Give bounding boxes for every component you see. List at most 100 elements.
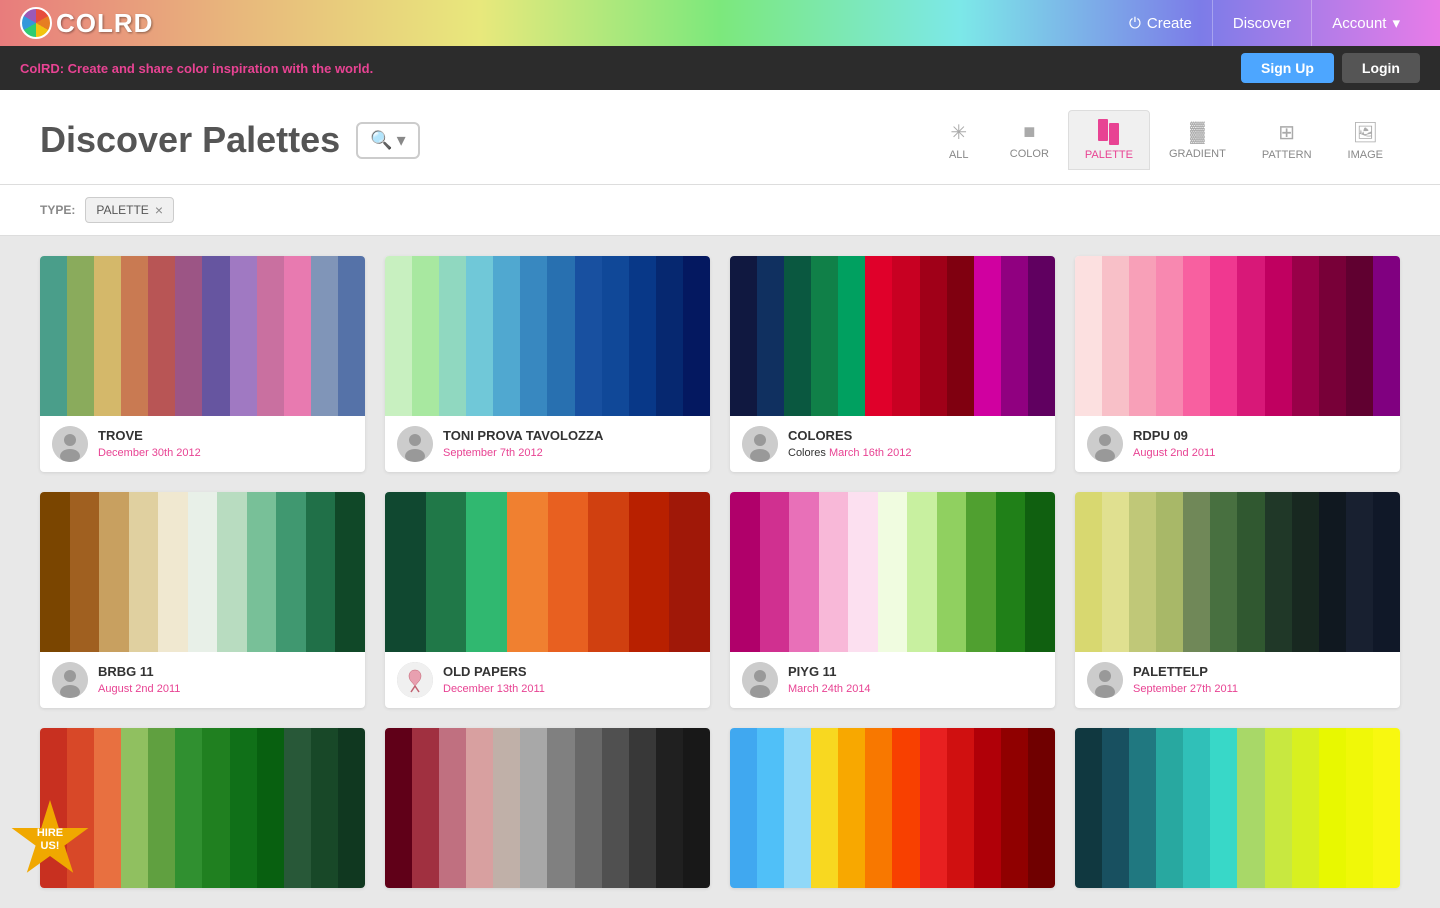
palette-card[interactable]: TROVE December 30th 2012: [40, 256, 365, 472]
palette-card[interactable]: TONI PROVA TAVOLOZZA September 7th 2012: [385, 256, 710, 472]
filter-tab-pattern[interactable]: ⊞ PATTERN: [1245, 111, 1329, 170]
color-swatch: [588, 492, 629, 652]
palette-card[interactable]: [40, 728, 365, 888]
color-swatch: [1210, 492, 1237, 652]
palette-meta: TONI PROVA TAVOLOZZA September 7th 2012: [443, 428, 698, 461]
palette-meta: PALETTELP September 27th 2011: [1133, 664, 1388, 697]
color-swatch: [1183, 728, 1210, 888]
avatar: [397, 426, 433, 462]
palette-swatches: [385, 728, 710, 888]
color-swatch: [1129, 492, 1156, 652]
palette-card[interactable]: BRBG 11 August 2nd 2011: [40, 492, 365, 708]
color-swatch: [247, 492, 277, 652]
palette-card[interactable]: [1075, 728, 1400, 888]
palette-meta: PIYG 11 March 24th 2014: [788, 664, 1043, 697]
color-swatch: [129, 492, 159, 652]
palette-date: Colores March 16th 2012: [788, 447, 912, 459]
avatar: [52, 662, 88, 698]
color-swatch: [656, 256, 683, 416]
filter-tab-gradient-label: GRADIENT: [1169, 148, 1226, 160]
palette-card[interactable]: PALETTELP September 27th 2011: [1075, 492, 1400, 708]
color-swatch: [838, 256, 865, 416]
color-swatch: [920, 256, 947, 416]
color-swatch: [1210, 256, 1237, 416]
color-swatch: [67, 256, 94, 416]
palette-swatches: [1075, 728, 1400, 888]
type-filter-label: TYPE:: [40, 203, 75, 217]
palette-info: BRBG 11 August 2nd 2011: [40, 652, 365, 708]
palette-card[interactable]: RDPU 09 August 2nd 2011: [1075, 256, 1400, 472]
color-swatch: [547, 256, 574, 416]
color-swatch: [311, 728, 338, 888]
filter-tab-gradient[interactable]: ▓ GRADIENT: [1152, 112, 1243, 169]
color-swatch: [1028, 256, 1055, 416]
palette-info: PIYG 11 March 24th 2014: [730, 652, 1055, 708]
filter-tab-image[interactable]: 🖼 IMAGE: [1331, 111, 1400, 170]
color-swatch: [548, 492, 589, 652]
filter-tab-color[interactable]: ■ COLOR: [993, 112, 1066, 169]
color-swatch: [230, 256, 257, 416]
color-swatch: [629, 728, 656, 888]
color-swatch: [784, 728, 811, 888]
color-swatch: [760, 492, 790, 652]
type-tag-palette[interactable]: PALETTE ×: [85, 197, 174, 223]
color-swatch: [996, 492, 1026, 652]
color-swatch: [40, 256, 67, 416]
color-swatch: [1001, 728, 1028, 888]
color-swatch: [907, 492, 937, 652]
nav-discover[interactable]: Discover: [1213, 0, 1312, 46]
color-swatch: [426, 492, 467, 652]
palette-card[interactable]: PIYG 11 March 24th 2014: [730, 492, 1055, 708]
color-swatch: [40, 492, 70, 652]
color-swatch: [148, 256, 175, 416]
palette-card[interactable]: [730, 728, 1055, 888]
color-swatch: [94, 728, 121, 888]
color-swatch: [1292, 492, 1319, 652]
nav-account[interactable]: Account ▾: [1312, 0, 1420, 46]
color-swatch: [1129, 256, 1156, 416]
filter-tab-palette[interactable]: PALETTE: [1068, 110, 1150, 170]
filter-tab-image-label: IMAGE: [1348, 149, 1383, 161]
color-swatch: [1319, 492, 1346, 652]
palette-name: TONI PROVA TAVOLOZZA: [443, 428, 698, 443]
color-swatch: [937, 492, 967, 652]
avatar: [397, 662, 433, 698]
palette-card[interactable]: [385, 728, 710, 888]
color-swatch: [493, 256, 520, 416]
color-swatch: [1237, 492, 1264, 652]
palette-swatches: [40, 728, 365, 888]
login-button[interactable]: Login: [1342, 53, 1420, 83]
palette-info: RDPU 09 August 2nd 2011: [1075, 416, 1400, 472]
header-nav: ⏻ Create Discover Account ▾: [1109, 0, 1420, 46]
color-swatch: [148, 728, 175, 888]
filter-tab-all[interactable]: ✳ ALL: [927, 111, 991, 170]
remove-type-tag-icon[interactable]: ×: [155, 202, 163, 218]
color-swatch: [819, 492, 849, 652]
color-swatch: [1265, 728, 1292, 888]
color-swatch: [575, 728, 602, 888]
palette-meta: OLD PAPERS December 13th 2011: [443, 664, 698, 697]
palette-card[interactable]: COLORES Colores March 16th 2012: [730, 256, 1055, 472]
color-swatch: [1183, 256, 1210, 416]
color-swatch: [188, 492, 218, 652]
palette-info: PALETTELP September 27th 2011: [1075, 652, 1400, 708]
color-swatch: [1373, 256, 1400, 416]
color-swatch: [966, 492, 996, 652]
search-chevron: ▾: [397, 130, 406, 151]
color-swatch: [1292, 728, 1319, 888]
color-swatch: [70, 492, 100, 652]
search-button[interactable]: 🔍 ▾: [356, 122, 419, 159]
color-swatch: [683, 728, 710, 888]
color-swatch: [757, 728, 784, 888]
color-swatch: [257, 728, 284, 888]
nav-create-label: Create: [1147, 15, 1192, 32]
color-swatch: [656, 728, 683, 888]
logo[interactable]: COLRD: [20, 7, 153, 39]
type-filter-bar: TYPE: PALETTE ×: [0, 185, 1440, 236]
palette-card[interactable]: OLD PAPERS December 13th 2011: [385, 492, 710, 708]
color-swatch: [838, 728, 865, 888]
color-swatch: [493, 728, 520, 888]
nav-create[interactable]: ⏻ Create: [1109, 0, 1213, 46]
signup-button[interactable]: Sign Up: [1241, 53, 1334, 83]
color-swatch: [730, 256, 757, 416]
